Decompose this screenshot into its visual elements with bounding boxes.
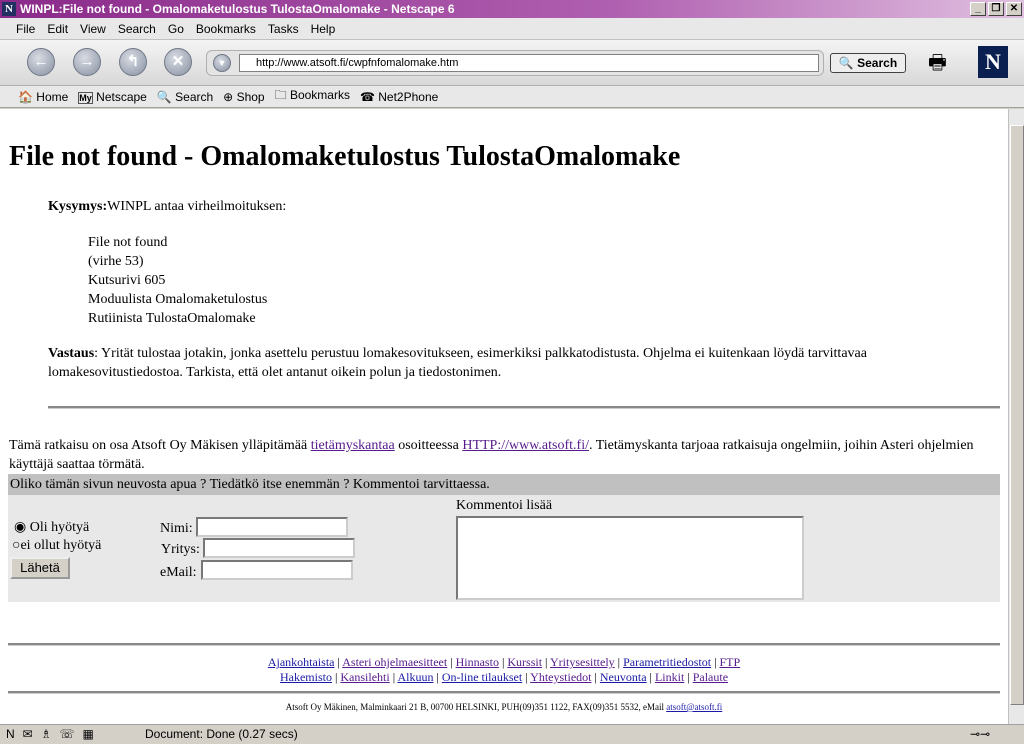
footer-link[interactable]: FTP [719,655,740,669]
email-link[interactable]: atsoft@atsoft.fi [666,702,722,712]
forward-icon[interactable]: → [73,48,101,76]
footer-link[interactable]: Parametritiedostot [623,655,711,669]
footer-links: Ajankohtaista | Asteri ohjelmaesitteet |… [267,655,741,684]
footer-link[interactable]: Alkuun [397,670,433,684]
radio-useful[interactable]: ◉ Oli hyötyä [14,519,89,536]
company-label: Yritys: [161,542,200,557]
footer-link[interactable]: Linkit [655,670,684,684]
shop-link[interactable]: ⊕ Shop [223,90,264,104]
net2phone-link[interactable]: ☎ Net2Phone [360,90,438,104]
menu-edit[interactable]: Edit [47,18,68,39]
knowledge-base-link[interactable]: tietämyskantaa [311,438,395,453]
menu-view[interactable]: View [80,18,106,39]
comment-textarea[interactable] [456,516,804,600]
scrollbar-thumb[interactable] [1010,125,1024,705]
radio-not-useful[interactable]: ○ei ollut hyötyä [12,538,101,554]
close-button[interactable]: ✕ [1006,2,1022,16]
divider [48,406,1000,409]
component-bar-icons[interactable]: N✉♗☏▦ [6,725,102,744]
status-text: Document: Done (0.27 secs) [145,727,298,741]
netscape-app-icon: N [2,2,16,16]
netscape-logo[interactable]: N [978,46,1008,78]
footer-link[interactable]: Yhteystiedot [530,670,591,684]
info-text: Tämä ratkaisu on osa Atsoft Oy Mäkisen y… [9,438,974,472]
navigation-toolbar: ← → ↰ ✕ ▼ http://www.atsoft.fi/cwpfnfoma… [0,40,1024,86]
connection-icon: ⊸⊸ [970,727,991,741]
menu-help[interactable]: Help [311,18,336,39]
submit-button[interactable]: Lähetä [10,557,70,579]
bookmarks-link[interactable]: 🗀 Bookmarks [275,86,350,107]
comment-label: Kommentoi lisää [456,498,553,513]
question: Kysymys:WINPL antaa virheilmoituksen: [48,199,287,214]
menu-go[interactable]: Go [168,18,184,39]
footer-link[interactable]: Kansilehti [340,670,389,684]
feedback-bar: Oliko tämän sivun neuvosta apua ? Tiedät… [8,474,1000,495]
footer-link[interactable]: Kurssit [507,655,542,669]
name-label: Nimi: [160,521,193,536]
dropdown-icon[interactable]: ▼ [213,54,231,72]
footer-link[interactable]: Yritysesittely [550,655,615,669]
stop-icon[interactable]: ✕ [164,48,192,76]
status-bar: N✉♗☏▦ Document: Done (0.27 secs) ⊸⊸ [0,724,1024,744]
vertical-scrollbar[interactable] [1008,109,1024,724]
page-title: File not found - Omalomaketulostus Tulos… [9,141,681,172]
footer-link[interactable]: Neuvonta [600,670,647,684]
email-label: eMail: [160,565,197,580]
url-input[interactable]: http://www.atsoft.fi/cwpfnfomalomake.htm [239,54,819,72]
home-link[interactable]: 🏠 Home [18,90,68,104]
back-icon[interactable]: ← [27,48,55,76]
atsoft-home-link[interactable]: HTTP://www.atsoft.fi/ [462,438,589,453]
url-bar-container: ▼ http://www.atsoft.fi/cwpfnfomalomake.h… [206,50,824,76]
answer: Vastaus: Yrität tulostaa jotakin, jonka … [48,346,867,380]
footer-link[interactable]: Palaute [693,670,728,684]
minimize-button[interactable]: _ [970,2,986,16]
company-input[interactable] [203,538,355,558]
email-input[interactable] [201,560,353,580]
page-content: File not found - Omalomaketulostus Tulos… [0,109,1008,724]
menu-tasks[interactable]: Tasks [268,18,299,39]
footer-link[interactable]: Asteri ohjelmaesitteet [342,655,447,669]
footer-link[interactable]: On-line tilaukset [442,670,522,684]
reload-icon[interactable]: ↰ [119,48,147,76]
error-message: File not found (virhe 53) Kutsurivi 605 Mod… [88,235,268,326]
menu-file[interactable]: File [16,18,35,39]
feedback-form: ◉ Oli hyötyä ○ei ollut hyötyä Lähetä Nim… [8,495,1000,602]
print-icon[interactable]: 🖶 [928,48,947,82]
menu-bookmarks[interactable]: Bookmarks [196,18,256,39]
search-link[interactable]: 🔍 Search [157,90,213,104]
maximize-button[interactable]: ❐ [988,2,1004,16]
window-title: WINPL:File not found - Omalomaketulostus… [20,2,455,16]
name-input[interactable] [196,517,348,537]
footer-divider [8,643,1000,646]
footer-divider-2 [8,691,1000,694]
search-button[interactable]: 🔍 Search [830,53,906,73]
menu-search[interactable]: Search [118,18,156,39]
personal-toolbar: 🏠 Home My Netscape 🔍 Search ⊕ Shop 🗀 Boo… [0,86,1024,108]
footer-link[interactable]: Hakemisto [280,670,332,684]
footer-link[interactable]: Hinnasto [456,655,499,669]
footer-link[interactable]: Ajankohtaista [268,655,335,669]
menu-bar: File Edit View Search Go Bookmarks Tasks… [0,18,1024,40]
title-bar: N WINPL:File not found - Omalomaketulost… [0,0,1024,18]
netscape-link[interactable]: My Netscape [78,90,147,104]
address: Atsoft Oy Mäkinen, Malminkaari 21 B, 007… [285,702,723,712]
